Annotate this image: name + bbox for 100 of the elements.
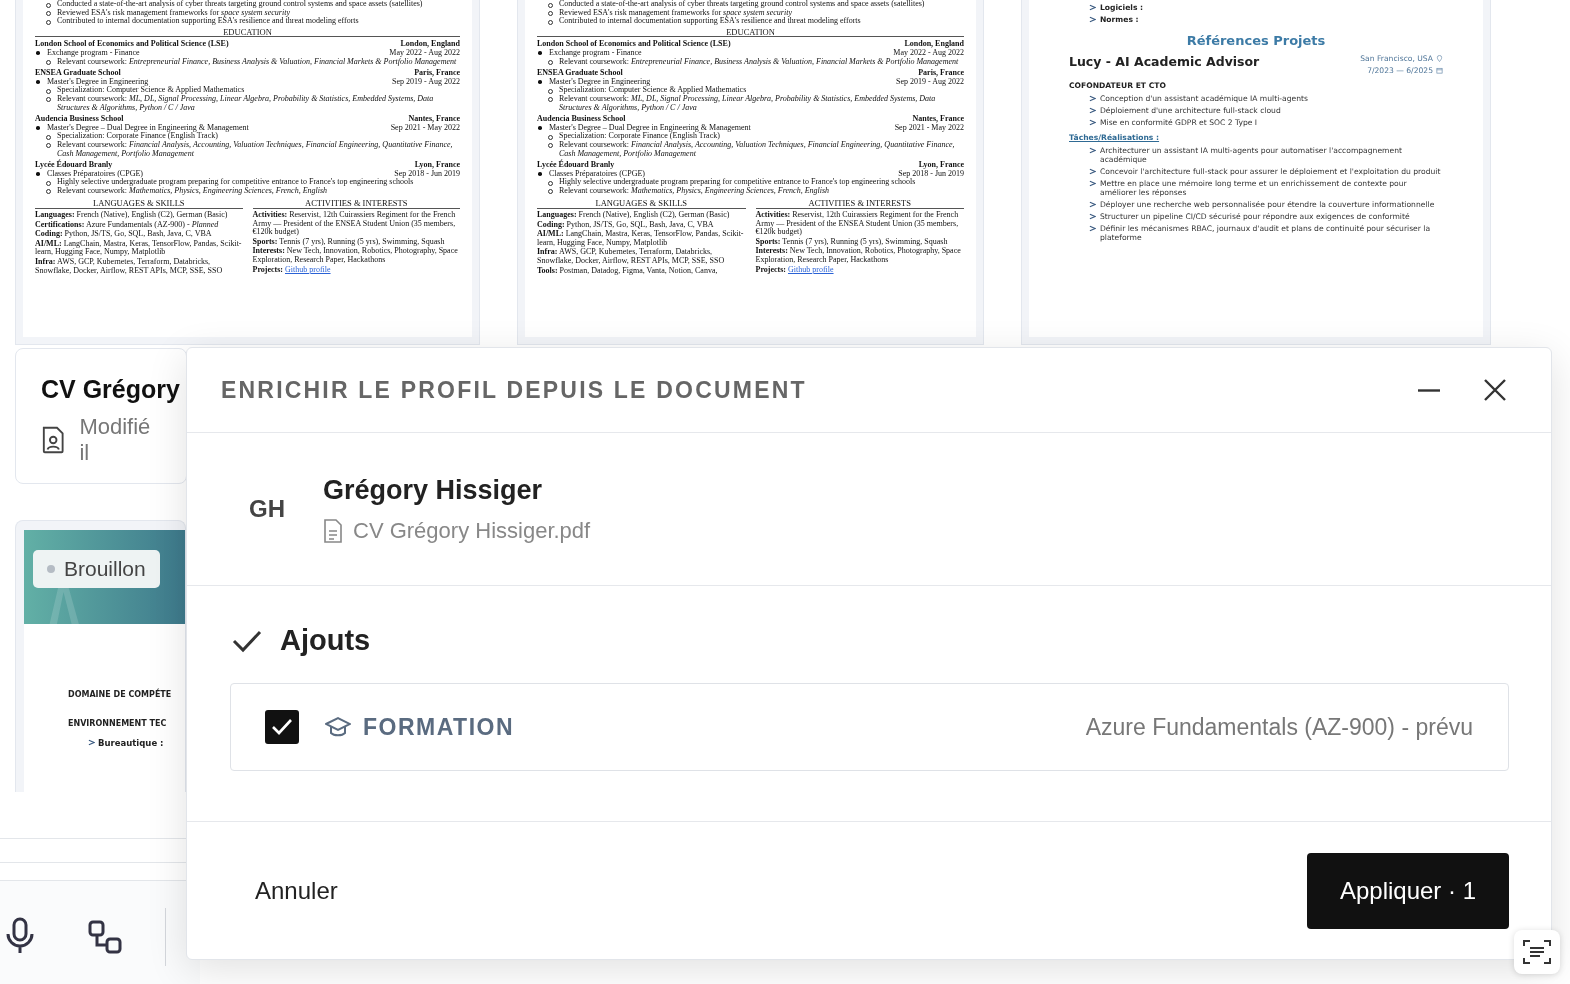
date-range: Sep 2019 - Aug 2022	[392, 77, 460, 87]
avatar-initials: GH	[249, 495, 285, 523]
dialog-title: ENRICHIR LE PROFIL DEPUIS LE DOCUMENT	[221, 376, 808, 404]
section-heading: LANGUAGES & SKILLS	[35, 199, 243, 210]
date-range: Sep 2021 - May 2022	[390, 123, 460, 133]
location-text: London, England	[400, 40, 460, 49]
resume-line: Specialization: Corporate Finance (English Track)	[559, 131, 720, 141]
date-range: May 2022 - Aug 2022	[389, 48, 460, 57]
resume-line: Relevant coursework: ML, DL, Signal Processing, Linear Algebra, Probability & Statistics, Embedded Systems, Data Structures & Algorithms, Python / C / Java	[57, 93, 434, 112]
bullet-icon	[36, 80, 40, 84]
school-name: ENSEA Graduate School	[537, 69, 623, 78]
skill-line: Projects: Github profile	[252, 265, 332, 275]
scan-icon[interactable]	[1514, 930, 1560, 974]
field-label: Bureautique :	[98, 738, 164, 748]
date-range: May 2022 - Aug 2022	[893, 48, 964, 57]
resume-line: Contributed to internal documentation supporting ESA's resilience and threat modeling efforts	[559, 16, 861, 26]
section-heading: ACTIVITIES & INTERESTS	[252, 199, 460, 210]
checkmark-icon	[271, 718, 293, 736]
project-title: Lucy - AI Academic Advisor	[1069, 54, 1260, 70]
bullet-icon	[538, 172, 542, 176]
skill-line: Certifications: Azure Fundamentals (AZ-900) - Planned	[35, 220, 220, 230]
skill-line: Projects: Github profile	[755, 265, 835, 275]
workflow-icon[interactable]	[88, 920, 122, 954]
section-heading: DOMAINE DE COMPÉTE	[68, 690, 172, 699]
school-name: London School of Economics and Political Science (LSE)	[35, 40, 229, 49]
chevron-icon	[88, 739, 95, 746]
location-text: Paris, France	[918, 69, 964, 78]
resume-line: Conducted a state-of-the-art analysis of cyber threats targeting ground control systems and space assets (satellites)	[559, 0, 925, 8]
resume-line: Relevant coursework: Financial Analysis, Accounting, Valuation Techniques, Financial Engineering, Quantitative Finance, Cash Management, Portfolio Management	[57, 139, 453, 158]
check-icon	[232, 628, 262, 653]
skill-line: Languages: French (Native), English (C2), German (Basic)	[537, 211, 731, 220]
resume-line: Highly selective undergraduate program preparing for competitive entrance to France's top engineering schools	[559, 177, 916, 187]
degree-text: Classes Préparatoires (CPGE)	[47, 168, 143, 178]
resume-line: Reviewed ESA's risk management frameworks for space system security	[57, 7, 290, 17]
category-label: FORMATION	[363, 713, 515, 741]
skill-line: Interests: New Tech, Innovation, Robotics, Photography, Space Exploration, Research Paper, Hackathons	[755, 247, 962, 265]
profile-link[interactable]: Github profile	[285, 264, 331, 274]
date-range: Sep 2019 - Aug 2022	[896, 77, 964, 87]
degree-text: Master's Degree – Dual Degree in Engineering & Management	[47, 122, 249, 132]
section-heading: ENVIRONNEMENT TEC	[68, 719, 167, 728]
bullet-icon	[36, 172, 40, 176]
section-heading: LANGUAGES & SKILLS	[537, 199, 746, 210]
resume-file-icon	[41, 425, 66, 455]
school-name: Audencia Business School	[537, 115, 626, 124]
location-text: Nantes, France	[912, 115, 964, 124]
school-name: Lycée Édouard Branly	[537, 161, 615, 170]
location-text: London, England	[904, 40, 964, 49]
degree-text: Classes Préparatoires (CPGE)	[549, 168, 645, 178]
degree-text: Master's Degree – Dual Degree in Engineering & Management	[549, 122, 751, 132]
section-heading: EDUCATION	[537, 27, 964, 38]
resume-line: Specialization: Corporate Finance (English Track)	[57, 131, 218, 141]
chevron-icon	[1089, 147, 1096, 154]
skill-line: Sports: Tennis (7 yrs), Running (5 yrs), Swimming, Squash	[755, 237, 949, 247]
resume-line: Relevant coursework: Mathematics, Physics, Engineering Sciences, French, English	[559, 185, 830, 195]
cancel-button[interactable]: Annuler	[255, 870, 338, 911]
checkbox[interactable]	[265, 710, 299, 744]
microphone-icon[interactable]	[5, 917, 35, 955]
file-name: CV Grégory Hissiger.pdf	[353, 517, 591, 544]
file-card[interactable]: CV Grégory Modifié il	[15, 348, 187, 484]
degree-text: Master's Degree in Engineering	[47, 76, 149, 86]
resume-line: Reviewed ESA's risk management frameworks for space system security	[559, 7, 792, 17]
file-title: CV Grégory	[41, 375, 180, 404]
resume-line: Relevant coursework: Entrepreneurial Finance, Business Analysis & Valuation, Financial Markets & Portfolio Management	[559, 56, 959, 66]
resume-line: Relevant coursework: Financial Analysis, Accounting, Valuation Techniques, Financial Engineering, Quantitative Finance, Cash Management, Portfolio Management	[559, 139, 955, 158]
school-name: London School of Economics and Political Science (LSE)	[537, 40, 731, 49]
bullet-icon	[538, 51, 542, 55]
bullet-icon	[538, 80, 542, 84]
section-heading: EDUCATION	[35, 27, 460, 38]
profile-name: Grégory Hissiger	[323, 474, 544, 506]
skill-line: Tools: Postman, Datadog, Figma, Vanta, Notion, Canva,	[537, 266, 719, 276]
skill-line: Coding: Python, JS/TS, Go, SQL, Bash, Java, C, VBA	[35, 230, 213, 239]
skill-line: AI/ML: LangChain, Mastra, Keras, TensorFlow, Pandas, Scikit-learn, Hugging Face, Numpy, Matplotlib	[35, 239, 243, 258]
school-name: Audencia Business School	[35, 115, 124, 124]
skill-line: Sports: Tennis (7 yrs), Running (5 yrs), Swimming, Squash	[252, 237, 446, 247]
degree-text: Master's Degree in Engineering	[549, 76, 651, 86]
bullet-icon	[538, 126, 542, 130]
graduation-cap-icon	[325, 716, 351, 738]
resume-line: Highly selective undergraduate program preparing for competitive entrance to France's top engineering schools	[57, 177, 414, 187]
document-icon	[323, 518, 343, 543]
location-text: Lyon, France	[918, 161, 964, 170]
pin-icon	[1436, 55, 1443, 62]
skill-line: Coding: Python, JS/TS, Go, SQL, Bash, Java, C, VBA	[537, 220, 715, 230]
school-name: ENSEA Graduate School	[35, 69, 121, 78]
skill-line: Infra: AWS, GCP, Kubernetes, Terraform, Databricks, Snowflake, Docker, Airflow, REST APIs, MCP, SSE, SSO	[537, 248, 726, 266]
document-card[interactable]: Brouillon DOMAINE DE COMPÉTE ENVIRONNEMENT TEC Bureautique :	[15, 520, 186, 792]
skill-line: AI/ML: LangChain, Mastra, Keras, TensorFlow, Pandas, Scikit-learn, Hugging Face, Numpy, Matplotlib	[537, 230, 745, 248]
location-text: Lyon, France	[414, 161, 460, 170]
school-name: Lycée Édouard Branly	[35, 161, 113, 170]
degree-text: Exchange program - Finance	[47, 47, 140, 57]
resume-line: Specialization: Computer Science & Applied Mathematics	[57, 85, 245, 95]
resume-line: Specialization: Computer Science & Applied Mathematics	[559, 85, 747, 95]
skill-line: Activities: Reservist, 12th Cuirassiers Regiment for the French Army — President of the ENSEA Student Union (35 members, €120k budget)	[252, 211, 457, 237]
location-text: Nantes, France	[408, 115, 460, 124]
resume-line: Contributed to internal documentation supporting ESA's resilience and threat modeling efforts	[57, 16, 359, 26]
resume-line: Relevant coursework: Entrepreneurial Finance, Business Analysis & Valuation, Financial Markets & Portfolio Management	[57, 56, 457, 66]
apply-button[interactable]: Appliquer · 1	[1307, 852, 1509, 929]
skill-line: Languages: French (Native), English (C2), German (Basic)	[35, 211, 229, 220]
profile-link[interactable]: Github profile	[788, 264, 834, 274]
resume-line: Relevant coursework: ML, DL, Signal Processing, Linear Algebra, Probability & Statistics, Embedded Systems, Data Structures & Algorithms, Python / C / Java	[559, 93, 936, 112]
calendar-icon	[1436, 67, 1443, 74]
